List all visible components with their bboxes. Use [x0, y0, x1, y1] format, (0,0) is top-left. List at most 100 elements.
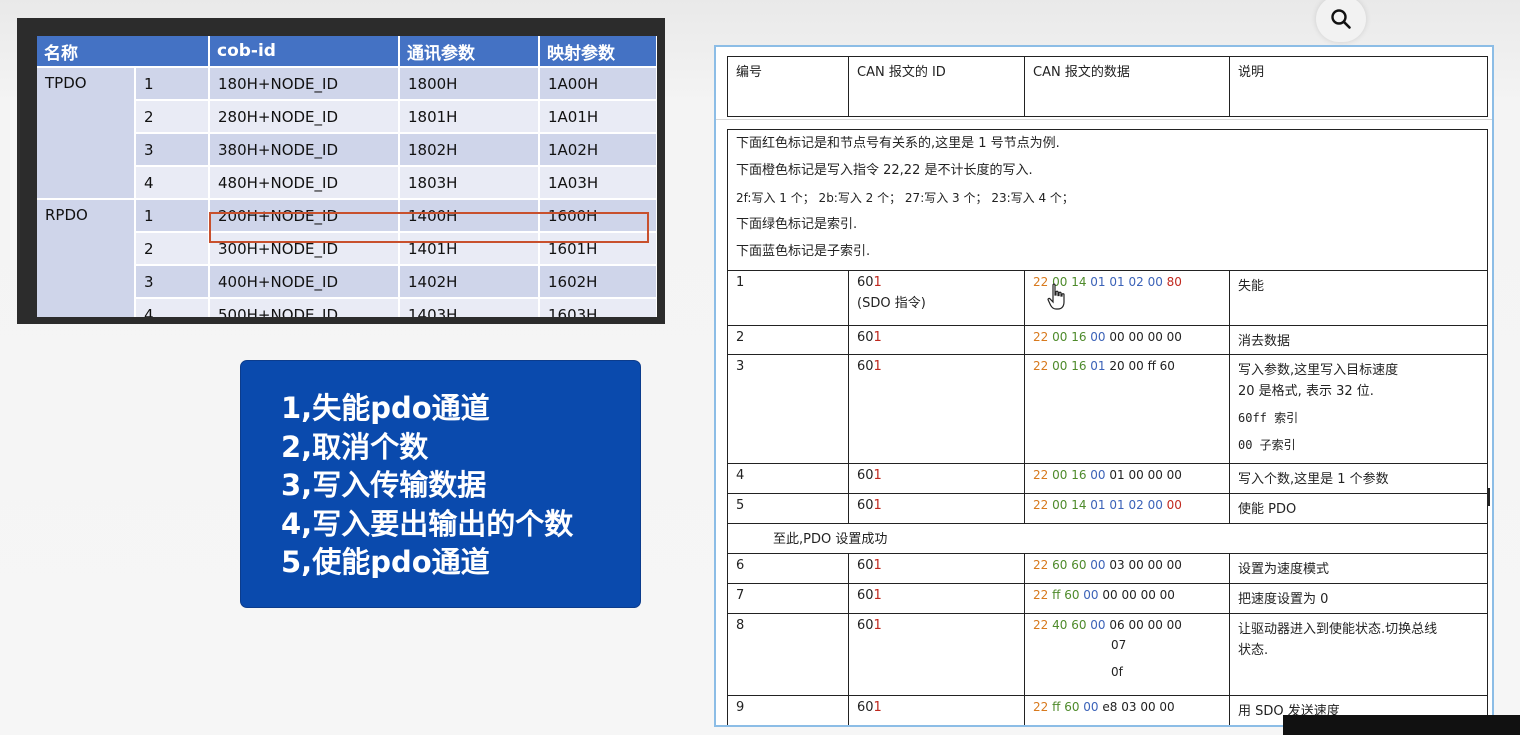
- row-cob-id: 380H+NODE_ID: [209, 133, 400, 167]
- row-can-id: 601: [848, 325, 1025, 355]
- command-byte: 22: [1033, 700, 1049, 714]
- desc-line: 60ff 索引: [1238, 411, 1299, 425]
- desc-line: 00 子索引: [1238, 438, 1296, 452]
- can-id-base: 60: [857, 558, 874, 573]
- row-description: 设置为速度模式: [1228, 553, 1489, 584]
- subindex-byte: 01: [1090, 359, 1106, 373]
- row-description: 消去数据: [1228, 325, 1489, 355]
- row-can-id: 601: [848, 695, 1025, 725]
- data-bytes: 03 00 00 00: [1109, 558, 1182, 572]
- table-row: 7 601 22 ff 60 00 00 00 00 00 把速度设置为 0: [727, 583, 1489, 614]
- can-id-base: 60: [857, 359, 874, 374]
- desc-line: 状态.: [1238, 643, 1269, 658]
- subindex-byte: 00: [1083, 588, 1099, 602]
- node-id: 1: [873, 558, 882, 573]
- row-can-data: 22 ff 60 00 00 00 00 00: [1024, 583, 1230, 614]
- data-bytes: 06 00 00 00: [1109, 618, 1182, 632]
- row-comm: 1802H: [399, 133, 540, 167]
- group-label: RPDO: [37, 199, 136, 317]
- row-comm: 1803H: [399, 166, 540, 200]
- row-description: 写入参数,这里写入目标速度 20 是格式, 表示 32 位. 60ff 索引 0…: [1228, 354, 1489, 464]
- note-line: 下面红色标记是和节点号有关系的,这里是 1 号节点为例.: [736, 136, 1060, 151]
- search-icon: [1331, 9, 1351, 29]
- row-number: 3: [727, 354, 849, 464]
- row-comm: 1400H: [399, 199, 540, 233]
- table-row: 4 601 22 00 16 00 01 00 00 00 写入个数,这里是 1…: [727, 463, 1489, 494]
- data-bytes: 01 02 00: [1109, 275, 1163, 289]
- row-cob-id: 400H+NODE_ID: [209, 265, 400, 299]
- hand-cursor-icon: [1047, 283, 1065, 310]
- row-description: 让驱动器进入到使能状态.切换总线 状态.: [1228, 613, 1489, 696]
- data-bytes: 01 02 00: [1109, 498, 1163, 512]
- row-description: 使能 PDO: [1228, 493, 1489, 524]
- command-byte: 22: [1033, 330, 1049, 344]
- can-id-note: (SDO 指令): [857, 296, 926, 311]
- row-can-id: 601: [848, 493, 1025, 524]
- row-index: 4: [135, 166, 210, 200]
- row-comm: 1401H: [399, 232, 540, 266]
- doc-sdo-table: 下面红色标记是和节点号有关系的,这里是 1 号节点为例. 下面橙色标记是写入指令…: [726, 129, 1489, 725]
- header-comm-param: 通讯参数: [399, 36, 540, 68]
- index-bytes: 60 60: [1052, 558, 1087, 572]
- note-line: 下面绿色标记是索引.: [736, 217, 858, 232]
- table-row: RPDO 1 200H+NODE_ID 1400H 1600H: [37, 199, 657, 317]
- row-map: 1601H: [539, 232, 657, 266]
- subindex-byte: 00: [1083, 700, 1099, 714]
- step-item: 4,写入要出输出的个数: [281, 506, 574, 541]
- row-can-id: 601: [848, 463, 1025, 494]
- steps-list: 1,失能pdo通道 2,取消个数 3,写入传输数据 4,写入要出输出的个数 5,…: [241, 361, 640, 582]
- can-id-base: 60: [857, 330, 874, 345]
- row-can-data: 22 00 16 01 20 00 ff 60: [1024, 354, 1230, 464]
- note-line: 下面橙色标记是写入指令 22,22 是不计长度的写入.: [736, 163, 1033, 178]
- step-item: 2,取消个数: [281, 429, 429, 464]
- node-id: 1: [873, 498, 882, 513]
- row-number: 4: [727, 463, 849, 494]
- can-id-base: 60: [857, 588, 874, 603]
- row-can-data: 22 00 14 01 01 02 00 00: [1024, 493, 1230, 524]
- pdo-table-slide: 名称 cob-id 通讯参数 映射参数 TPDO 1 180H+NODE_ID …: [17, 18, 665, 324]
- row-description: 写入个数,这里是 1 个参数: [1228, 463, 1489, 494]
- table-row: 1 601 (SDO 指令) 22 00 14 01 01 02 00 80 失…: [727, 270, 1489, 326]
- data-bytes: 00 00 00 00: [1109, 330, 1182, 344]
- table-row: TPDO 1 180H+NODE_ID 1800H 1A00H: [37, 67, 657, 200]
- row-index: 2: [135, 100, 210, 134]
- node-id: 1: [873, 330, 882, 345]
- alt-data-byte: 0f: [1111, 665, 1123, 679]
- color-legend-notes: 下面红色标记是和节点号有关系的,这里是 1 号节点为例. 下面橙色标记是写入指令…: [726, 129, 1489, 271]
- row-number: 1: [727, 270, 849, 326]
- command-byte: 22: [1033, 558, 1049, 572]
- subindex-byte: 00: [1090, 330, 1106, 344]
- row-can-data: 22 60 60 00 03 00 00 00: [1024, 553, 1230, 584]
- subindex-byte: 01: [1090, 275, 1106, 289]
- node-id: 1: [873, 275, 882, 290]
- row-number: 9: [727, 695, 849, 725]
- row-number: 7: [727, 583, 849, 614]
- step-item: 5,使能pdo通道: [281, 545, 490, 579]
- node-id: 1: [873, 618, 882, 633]
- desc-line: 20 是格式, 表示 32 位.: [1238, 384, 1374, 399]
- search-button[interactable]: [1316, 0, 1366, 42]
- node-id: 1: [873, 468, 882, 483]
- table-row: 3 601 22 00 16 01 20 00 ff 60 写入参数,这里写入目…: [727, 354, 1489, 464]
- pdo-table-container: 名称 cob-id 通讯参数 映射参数 TPDO 1 180H+NODE_ID …: [37, 36, 657, 317]
- row-number: 6: [727, 553, 849, 584]
- row-map: 1A00H: [539, 67, 657, 101]
- table-row: 6 601 22 60 60 00 03 00 00 00 设置为速度模式: [727, 553, 1489, 584]
- index-bytes: ff 60: [1052, 700, 1080, 714]
- row-comm: 1402H: [399, 265, 540, 299]
- row-can-data: 22 00 16 00 01 00 00 00: [1024, 463, 1230, 494]
- index-bytes: ff 60: [1052, 588, 1080, 602]
- desc-line: 写入参数,这里写入目标速度: [1238, 363, 1399, 378]
- row-description: 失能: [1228, 270, 1489, 326]
- doc-header-description: 说明: [1229, 56, 1488, 117]
- row-index: 1: [135, 199, 210, 233]
- step-item: 3,写入传输数据: [281, 468, 487, 502]
- can-id-base: 60: [857, 498, 874, 513]
- document-page[interactable]: 编号 CAN 报文的 ID CAN 报文的数据 说明 下面红色标记是和节点号有关…: [714, 45, 1494, 727]
- command-byte: 22: [1033, 359, 1049, 373]
- subindex-byte: 00: [1090, 468, 1106, 482]
- data-bytes: 20 00 ff 60: [1109, 359, 1175, 373]
- row-can-id: 601 (SDO 指令): [848, 270, 1025, 326]
- command-byte: 22: [1033, 468, 1049, 482]
- node-data-byte: 00: [1166, 498, 1182, 512]
